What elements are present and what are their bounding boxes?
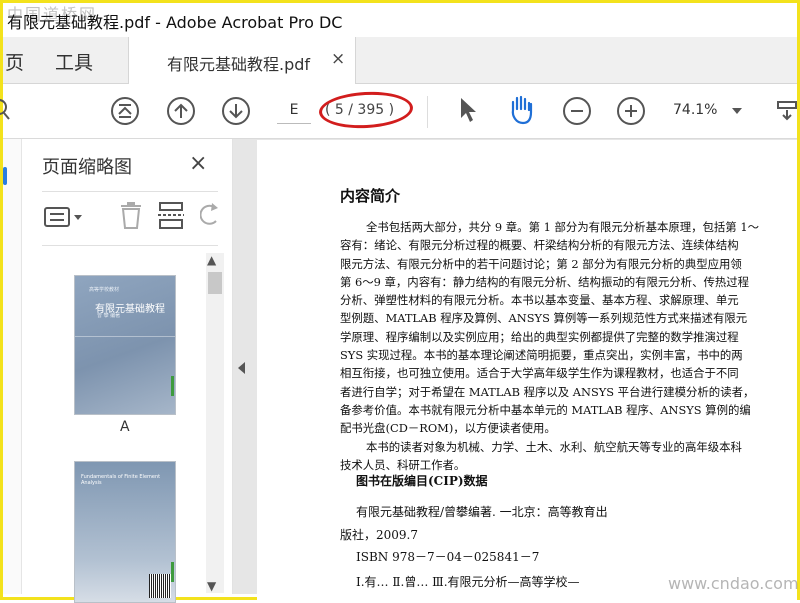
panel-close-icon[interactable]: × bbox=[189, 151, 207, 176]
page-display-icon[interactable] bbox=[777, 100, 797, 122]
cover-series: 高等学校教材 bbox=[89, 287, 120, 293]
zoom-dropdown-icon[interactable] bbox=[732, 108, 742, 114]
scroll-down-icon[interactable]: ▼ bbox=[207, 579, 216, 593]
panel-divider bbox=[42, 191, 218, 192]
tab-tools[interactable]: 工具 bbox=[55, 48, 93, 75]
page-thumbnail[interactable]: Fundamentals of Finite Element Analysis bbox=[74, 461, 176, 603]
text-line: 本书的读者对象为机械、力学、土木、水利、航空航天等专业的高年级本科 bbox=[366, 439, 742, 454]
text-line: 限元方法、有限元分析中的若干问题讨论；第 2 部分为有限元分析的典型应用领 bbox=[340, 256, 742, 271]
text-line: 者进行自学；对于希望在 MATLAB 程序以及 ANSYS 平台进行建模分析的读… bbox=[340, 384, 755, 399]
text-line: 容有：绪论、有限元分析过程的概要、杆梁结构分析的有限元方法、连续体结构 bbox=[340, 238, 739, 253]
rotate-page-icon[interactable] bbox=[200, 203, 220, 229]
text-line: 相互衔接，也可独立使用。适合于大学高年级学生作为课程教材，也适合于不同 bbox=[340, 366, 739, 381]
panel-title: 页面缩略图 bbox=[42, 157, 132, 178]
next-page-icon[interactable] bbox=[222, 97, 250, 125]
tab-close-icon[interactable]: × bbox=[331, 49, 345, 69]
cover-green-strip bbox=[171, 562, 174, 582]
toolbar: E ( 5 / 395 ) 74.1% bbox=[0, 84, 797, 139]
text-line: SYS 实现过程。本书的基本理论阐述简明扼要，重点突出，实例丰富，书中的两 bbox=[340, 348, 743, 363]
barcode bbox=[149, 574, 171, 598]
text-line: 备参考价值。本书就有限元分析中基本单元的 MATLAB 程序、ANSYS 算例的… bbox=[340, 402, 751, 417]
zoom-out-icon[interactable] bbox=[563, 97, 591, 125]
thumbnail-options-icon[interactable] bbox=[44, 205, 86, 229]
cip-line: ISBN 978－7－04－025841－7 bbox=[356, 550, 540, 564]
panel-divider bbox=[42, 245, 218, 246]
back-cover-title: Fundamentals of Finite Element Analysis bbox=[81, 474, 161, 486]
text-line: 配书光盘(CD－ROM)，以方便读者使用。 bbox=[340, 421, 556, 436]
cover-graphic bbox=[75, 336, 175, 399]
search-icon[interactable] bbox=[0, 98, 15, 122]
page-number-input[interactable]: E bbox=[277, 97, 311, 124]
document-paragraph: 全书包括两大部分，共分 9 章。第 1 部分为有限元分析基本原理，包括第 1～ … bbox=[340, 218, 800, 474]
navigation-pane-strip bbox=[3, 139, 22, 594]
cip-line: 版社，2009.7 bbox=[340, 528, 418, 542]
thumbnail-scrollbar[interactable] bbox=[206, 253, 224, 593]
text-line: 学原理、程序编制以及实例应用；给出的典型实例都提供了完整的数学推演过程 bbox=[340, 329, 739, 344]
select-pointer-icon[interactable] bbox=[458, 96, 478, 124]
tab-document[interactable]: 有限元基础教程.pdf × bbox=[128, 37, 356, 84]
collapse-panel-icon[interactable] bbox=[238, 362, 245, 374]
title-bar: 中国道桥网 有限元基础教程.pdf - Adobe Acrobat Pro DC bbox=[3, 3, 797, 37]
previous-page-icon[interactable] bbox=[167, 97, 195, 125]
page-thumbnail[interactable]: 高等学校教材 有限元基础教程 曾 攀 编著 bbox=[74, 275, 176, 415]
cip-line: Ⅰ.有… Ⅱ.曾… Ⅲ.有限元分析—高等学校— bbox=[356, 575, 580, 589]
text-line: 全书包括两大部分，共分 9 章。第 1 部分为有限元分析基本原理，包括第 1～ bbox=[366, 220, 759, 234]
thumbnail-label: A bbox=[120, 419, 130, 435]
zoom-in-icon[interactable] bbox=[617, 97, 645, 125]
scroll-up-icon[interactable]: ▲ bbox=[207, 253, 216, 267]
tab-document-label: 有限元基础教程.pdf bbox=[167, 55, 311, 74]
red-annotation-oval bbox=[318, 89, 414, 131]
active-pane-indicator bbox=[3, 167, 7, 185]
cover-author: 曾 攀 编著 bbox=[97, 313, 121, 319]
text-line: 分析、弹塑性材料的有限元分析。本书以基本变量、基本方程、求解原理、单元 bbox=[340, 293, 739, 308]
scrollbar-thumb[interactable] bbox=[208, 272, 222, 294]
toolbar-separator bbox=[427, 96, 428, 128]
tab-home[interactable]: 页 bbox=[5, 48, 24, 75]
cip-line: 有限元基础教程/曾攀编著. 一北京：高等教育出 bbox=[356, 505, 608, 519]
site-watermark: www.cndao.com bbox=[668, 574, 799, 593]
window-title: 有限元基础教程.pdf - Adobe Acrobat Pro DC bbox=[7, 13, 343, 32]
cip-heading: 图书在版编目(CIP)数据 bbox=[356, 474, 488, 488]
extract-page-icon[interactable] bbox=[158, 201, 186, 231]
zoom-level[interactable]: 74.1% bbox=[673, 102, 717, 118]
page-thumbnails-panel: 页面缩略图 × ▲ ▼ 高等学校教材 有限元基础教程 曾 攀 编著 A Fund… bbox=[22, 139, 233, 603]
hand-tool-icon[interactable] bbox=[507, 94, 537, 126]
document-heading: 内容简介 bbox=[340, 187, 401, 205]
text-line: 型例题、MATLAB 程序及算例、ANSYS 算例等一系列规范性方式来描述有限元 bbox=[340, 311, 748, 326]
first-page-icon[interactable] bbox=[111, 97, 139, 125]
tab-bar: 页 工具 有限元基础教程.pdf × bbox=[3, 37, 797, 84]
cover-green-strip bbox=[171, 376, 174, 396]
delete-page-icon[interactable] bbox=[118, 201, 144, 231]
text-line: 第 6～9 章，内容有：静力结构的有限元分析、结构振动的有限元分析、传热过程 bbox=[340, 274, 750, 289]
